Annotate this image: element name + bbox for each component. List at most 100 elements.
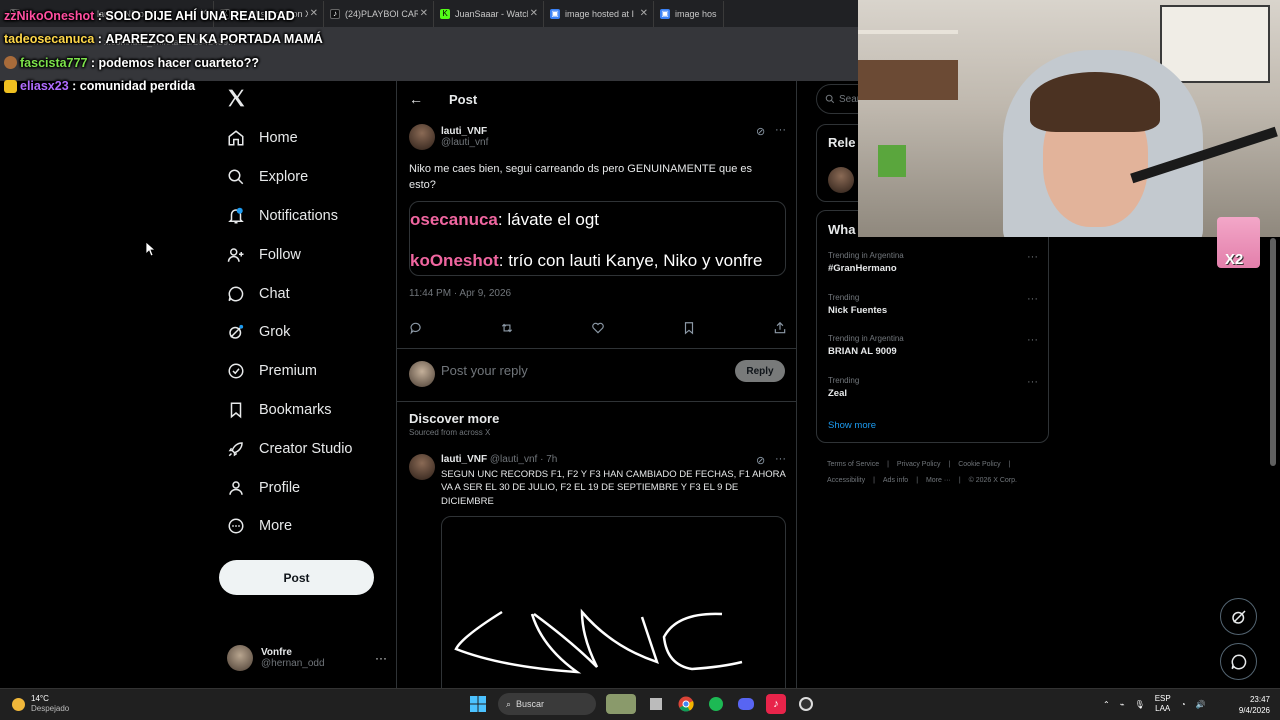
- footer-link[interactable]: Ads info: [883, 477, 908, 484]
- obs-icon[interactable]: [796, 694, 816, 714]
- chrome-icon[interactable]: [676, 694, 696, 714]
- scrollbar[interactable]: [1270, 238, 1276, 466]
- spotify-icon[interactable]: [706, 694, 726, 714]
- post-header: ← Post: [397, 81, 796, 117]
- chat-message: fascista777 : podemos hacer cuarteto??: [4, 51, 323, 75]
- author-name[interactable]: lauti_VNF: [441, 454, 487, 465]
- bookmark-icon[interactable]: [682, 321, 696, 338]
- more-dots-icon[interactable]: ···: [1027, 376, 1038, 388]
- home-icon: [228, 130, 244, 146]
- weather-widget[interactable]: 14°C Despejado: [12, 694, 69, 714]
- grok-icon[interactable]: ⊘: [756, 454, 765, 467]
- more-dots-icon[interactable]: ···: [1027, 293, 1038, 305]
- nav-item-more[interactable]: More: [219, 507, 353, 546]
- widgets-icon[interactable]: [606, 694, 636, 714]
- grok-icon[interactable]: ⊘: [756, 125, 765, 138]
- back-arrow-icon[interactable]: ←: [409, 91, 423, 107]
- nav-item-explore[interactable]: Explore: [219, 158, 353, 197]
- browser-tab[interactable]: K JuanSaaar - Watch ✕: [434, 0, 544, 27]
- media-username: koOneshot: [410, 251, 499, 270]
- network-icon[interactable]: ⌁: [1120, 700, 1125, 709]
- more-dots-icon[interactable]: ···: [775, 124, 786, 136]
- grok-fab[interactable]: [1220, 598, 1257, 635]
- avatar[interactable]: [409, 124, 435, 150]
- nav-item-grok[interactable]: Grok: [219, 313, 353, 352]
- reply-button[interactable]: Reply: [735, 360, 785, 382]
- windows-start-icon[interactable]: [468, 694, 488, 714]
- sticker-text: X2: [1225, 251, 1244, 268]
- tweet-header[interactable]: lauti_VNF @lauti_vnf · 7h: [441, 454, 557, 465]
- footer-copyright: © 2026 X Corp.: [968, 477, 1017, 484]
- chat-username: zzNikoOneshot: [4, 8, 95, 23]
- author-name[interactable]: lauti_VNF: [441, 126, 488, 137]
- rocket-icon: [228, 442, 243, 457]
- browser-tab[interactable]: ▣ image hosted at I ✕: [544, 0, 654, 27]
- discord-icon[interactable]: [736, 694, 756, 714]
- taskbar-clock[interactable]: 23:47 9/4/2026: [1222, 694, 1270, 716]
- tweet-image[interactable]: [441, 516, 786, 688]
- more-dots-icon[interactable]: ···: [1027, 334, 1038, 346]
- nav-item-creator-studio[interactable]: Creator Studio: [219, 429, 353, 468]
- wifi-icon[interactable]: ◔: [1181, 700, 1186, 709]
- footer-link[interactable]: Terms of Service: [827, 461, 879, 468]
- reply-composer: Post your reply Reply: [397, 348, 796, 402]
- more-dots-icon[interactable]: ···: [1027, 251, 1038, 263]
- nav-item-chat[interactable]: Chat: [219, 274, 353, 313]
- footer-link[interactable]: Accessibility: [827, 477, 865, 484]
- language-indicator[interactable]: ESP LAA: [1155, 694, 1171, 714]
- post-button[interactable]: Post: [219, 560, 374, 595]
- footer-link[interactable]: Cookie Policy: [958, 461, 1000, 468]
- nav-item-bookmarks[interactable]: Bookmarks: [219, 391, 353, 430]
- messages-fab[interactable]: [1220, 643, 1257, 680]
- trend-item[interactable]: Trending Nick Fuentes ···: [828, 293, 1038, 316]
- reply-icon[interactable]: [409, 321, 423, 338]
- repost-icon[interactable]: [500, 321, 514, 338]
- chevron-up-icon[interactable]: ⌃: [1103, 700, 1110, 709]
- tiktok-logo-icon: ♪: [330, 8, 340, 19]
- show-more-link[interactable]: Show more: [828, 420, 876, 431]
- volume-icon[interactable]: 🔊: [1196, 700, 1206, 709]
- post-author[interactable]: lauti_VNF @lauti_vnf: [409, 124, 488, 150]
- close-icon[interactable]: ✕: [637, 8, 648, 19]
- taskbar-search[interactable]: ⌕ Buscar: [498, 693, 596, 715]
- close-icon[interactable]: ✕: [527, 8, 538, 19]
- nav-item-profile[interactable]: Profile: [219, 468, 353, 507]
- tiktok-icon[interactable]: ♪: [766, 694, 786, 714]
- taskbar: 14°C Despejado ⌕ Buscar ♪ ⌃ ⌁ 🎙 ESP LAA …: [0, 688, 1280, 720]
- more-dots-icon[interactable]: ···: [375, 651, 387, 665]
- trend-item[interactable]: Trending in Argentina #GranHermano ···: [828, 251, 1038, 274]
- post-media[interactable]: osecanuca: lávate el ogt koOneshot: trío…: [409, 201, 786, 276]
- footer-link[interactable]: Privacy Policy: [897, 461, 941, 468]
- image-host-logo-icon: ▣: [550, 8, 560, 19]
- nav-item-notifications[interactable]: Notifications: [219, 197, 353, 236]
- section-title: Discover more: [409, 411, 500, 426]
- reply-input[interactable]: Post your reply: [441, 363, 528, 378]
- like-icon[interactable]: [591, 321, 605, 338]
- nav-item-follow[interactable]: Follow: [219, 235, 353, 274]
- media-text: : trío con lauti Kanye, Niko y vonfre: [498, 251, 763, 270]
- avatar[interactable]: [409, 454, 435, 480]
- browser-tab[interactable]: ▣ image hos: [654, 0, 724, 27]
- trend-item[interactable]: Trending in Argentina BRIAN AL 9009 ···: [828, 334, 1038, 357]
- avatar: [227, 645, 253, 671]
- chat-text: comunidad perdida: [79, 79, 196, 94]
- nav-item-premium[interactable]: Premium: [219, 352, 353, 391]
- nav-item-home[interactable]: Home: [219, 119, 353, 158]
- trend-name: Nick Fuentes: [828, 305, 888, 316]
- chat-username: tadeosecanuca: [4, 32, 95, 47]
- post-timestamp[interactable]: 11:44 PM · Apr 9, 2026: [409, 288, 511, 299]
- file-explorer-icon[interactable]: [646, 694, 666, 714]
- microphone-icon[interactable]: 🎙: [1135, 700, 1145, 709]
- close-icon[interactable]: ✕: [417, 8, 428, 19]
- trend-context: Trending in Argentina: [828, 334, 904, 343]
- more-dots-icon[interactable]: ···: [775, 453, 786, 465]
- search-placeholder: Sear: [839, 93, 861, 105]
- trend-item[interactable]: Trending Zeal ···: [828, 376, 1038, 399]
- share-icon[interactable]: [773, 321, 787, 338]
- avatar[interactable]: [828, 167, 854, 193]
- footer-link[interactable]: More ···: [926, 477, 951, 484]
- chat-text: podemos hacer cuarteto??: [98, 55, 259, 70]
- browser-tab[interactable]: ♪ (24)PLAYBOI CARTI ✕: [324, 0, 434, 27]
- account-switcher[interactable]: Vonfre @hernan_odd ···: [227, 645, 387, 671]
- search-icon: [228, 169, 244, 185]
